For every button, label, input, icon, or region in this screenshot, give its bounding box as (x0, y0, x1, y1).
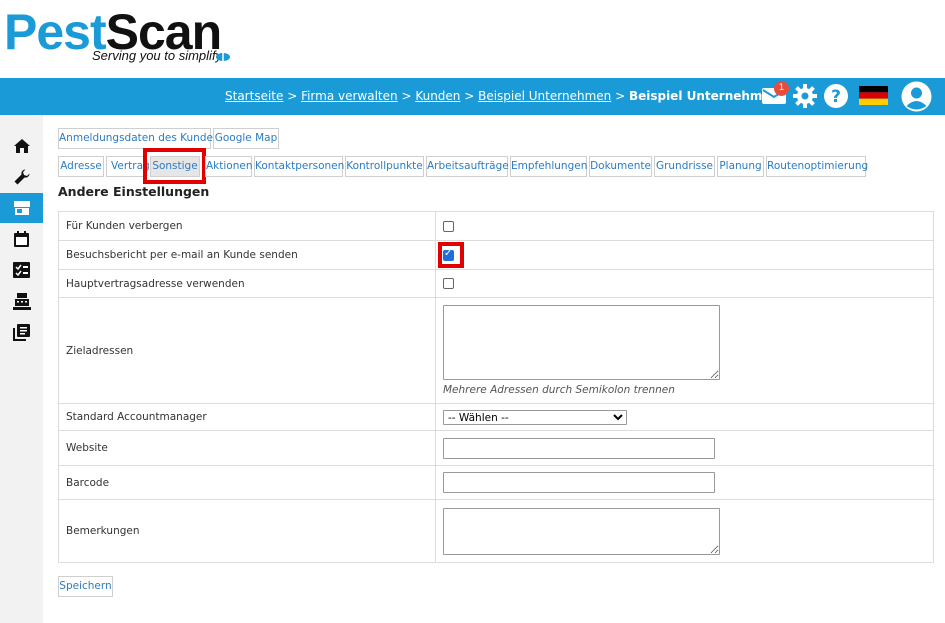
main-address-label: Hauptvertragsadresse verwenden (58, 269, 436, 298)
remarks-label: Bemerkungen (58, 499, 436, 563)
tab-vertrag[interactable]: Vertrag (106, 156, 150, 177)
barcode-label: Barcode (58, 465, 436, 500)
hide-customer-cell (435, 211, 934, 241)
website-input[interactable] (443, 437, 715, 459)
user-avatar-icon[interactable] (901, 81, 932, 112)
website-cell (435, 430, 934, 466)
logo-pill-icon (216, 53, 230, 61)
section-title: Andere Einstellungen (58, 184, 210, 199)
email-report-checkbox-highlight (438, 242, 464, 268)
tab-kontrollpunkte[interactable]: Kontrollpunkte (345, 156, 424, 177)
breadcrumb-firma-verwalten[interactable]: Firma verwalten (301, 89, 398, 103)
calendar-icon[interactable] (0, 224, 43, 254)
home-icon[interactable] (0, 131, 43, 161)
breadcrumb-separator: > (397, 89, 416, 103)
breadcrumb-beispiel-unternehmen[interactable]: Beispiel Unternehmen (478, 89, 611, 103)
account-manager-label: Standard Accountmanager (58, 403, 436, 431)
main-address-cell (435, 269, 934, 298)
email-report-label: Besuchsbericht per e-mail an Kunde sende… (58, 240, 436, 270)
breadcrumb-startseite[interactable]: Startseite (225, 89, 283, 103)
sidebar (0, 115, 43, 623)
tab-kontaktpersonen[interactable]: Kontaktpersonen (254, 156, 344, 177)
account-manager-cell: -- Wählen -- (435, 403, 934, 431)
hide-customer-checkbox[interactable] (443, 220, 454, 232)
email-report-cell (435, 240, 934, 270)
customer-login-data-button[interactable]: Anmeldungsdaten des Kunden (58, 128, 220, 149)
breadcrumb: Startseite > Firma verwalten > Kunden > … (225, 78, 779, 115)
tab-adresse[interactable]: Adresse (58, 156, 104, 177)
logo-pest-text: Pest (4, 4, 107, 60)
breadcrumb-current: Beispiel Unternehmen (628, 89, 780, 103)
barcode-cell (435, 465, 934, 500)
breadcrumb-separator: > (283, 89, 302, 103)
save-button[interactable]: Speichern (58, 576, 113, 597)
tab-planung[interactable]: Planung (717, 156, 764, 177)
mail-badge: 1 (774, 81, 789, 96)
tab-dokumente[interactable]: Dokumente (589, 156, 652, 177)
checklist-icon[interactable] (0, 255, 43, 285)
tab-sonstige-highlight (143, 148, 206, 184)
target-addresses-cell: Mehrere Adressen durch Semikolon trennen (435, 297, 934, 404)
target-addresses-hint: Mehrere Adressen durch Semikolon trennen (443, 384, 675, 396)
svg-text:?: ? (831, 87, 841, 107)
gear-icon[interactable] (792, 83, 818, 109)
website-label: Website (58, 430, 436, 466)
header-logo-area: PestScan Serving you to simplify (0, 0, 945, 78)
target-addresses-label: Zieladressen (58, 297, 436, 404)
tab-aktionen[interactable]: Aktionen (205, 156, 253, 177)
wrench-icon[interactable] (0, 162, 43, 192)
table-row: Für Kunden verbergen (58, 211, 934, 241)
store-icon[interactable] (0, 193, 43, 223)
barcode-input[interactable] (443, 472, 715, 493)
document-list-icon[interactable] (0, 317, 43, 347)
settings-form-table: Für Kunden verbergen Besuchsbericht per … (58, 211, 934, 563)
table-row: Bemerkungen (58, 499, 934, 563)
table-row: Besuchsbericht per e-mail an Kunde sende… (58, 240, 934, 270)
tab-routenoptimierung[interactable]: Routenoptimierung (766, 156, 868, 177)
target-addresses-textarea[interactable] (443, 305, 720, 380)
main-address-checkbox[interactable] (443, 278, 454, 289)
account-manager-select[interactable]: -- Wählen -- (443, 409, 627, 425)
cash-register-icon[interactable] (0, 286, 43, 316)
breadcrumb-separator: > (460, 89, 479, 103)
google-map-button[interactable]: Google Map (213, 128, 279, 149)
breadcrumb-kunden[interactable]: Kunden (415, 89, 460, 103)
tab-arbeitsauftraege[interactable]: Arbeitsaufträge (426, 156, 509, 177)
breadcrumb-separator: > (611, 89, 629, 103)
table-row: Zieladressen Mehrere Adressen durch Semi… (58, 297, 934, 404)
logo-tagline: Serving you to simplify (92, 48, 223, 63)
table-row: Website (58, 430, 934, 466)
table-row: Standard Accountmanager -- Wählen -- (58, 403, 934, 431)
hide-customer-label: Für Kunden verbergen (58, 211, 436, 241)
tab-empfehlungen[interactable]: Empfehlungen (510, 156, 587, 177)
remarks-cell (435, 499, 934, 563)
table-row: Barcode (58, 465, 934, 500)
table-row: Hauptvertragsadresse verwenden (58, 269, 934, 298)
tab-grundrisse[interactable]: Grundrisse (654, 156, 715, 177)
remarks-textarea[interactable] (443, 507, 720, 555)
german-flag-icon[interactable] (859, 86, 888, 105)
help-icon[interactable]: ? (823, 83, 849, 109)
